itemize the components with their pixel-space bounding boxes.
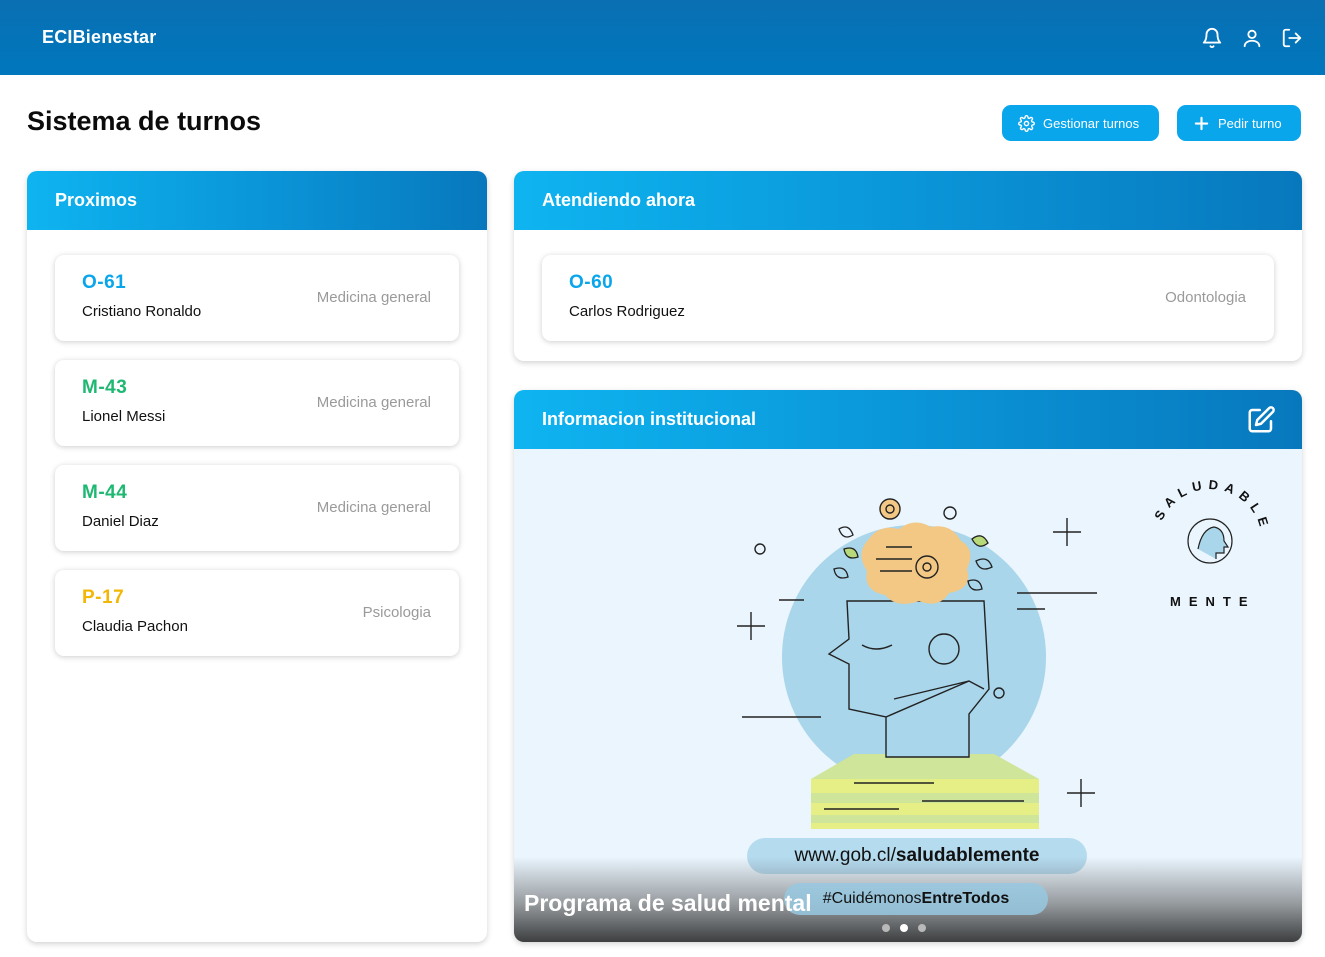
now-serving-header: Atendiendo ahora bbox=[514, 171, 1302, 230]
turn-code: O-61 bbox=[82, 272, 127, 293]
app-brand[interactable]: ECIBienestar bbox=[42, 27, 156, 48]
logout-icon[interactable] bbox=[1281, 27, 1303, 49]
logo-top-text: SALUDABLE bbox=[1151, 477, 1267, 534]
service-name: Psicologia bbox=[362, 604, 431, 621]
header-actions bbox=[1201, 27, 1303, 49]
user-icon[interactable] bbox=[1241, 27, 1263, 49]
logo-bottom-text: MENTE bbox=[1170, 594, 1256, 609]
carousel-dot[interactable] bbox=[918, 924, 926, 932]
svg-text:SALUDABLE: SALUDABLE bbox=[1151, 477, 1273, 534]
institutional-info-panel: Informacion institucional SALUDABLE MENT… bbox=[514, 390, 1302, 942]
carousel-indicators bbox=[882, 924, 926, 932]
turn-card[interactable]: O-61 Cristiano Ronaldo Medicina general bbox=[55, 255, 459, 341]
service-name: Medicina general bbox=[316, 289, 431, 306]
request-turn-label: Pedir turno bbox=[1218, 115, 1282, 131]
page-actions: Gestionar turnos Pedir turno bbox=[1002, 105, 1301, 141]
next-turns-title: Proximos bbox=[55, 190, 138, 210]
slide-caption: Programa de salud mental bbox=[524, 890, 812, 916]
info-carousel-slide[interactable]: SALUDABLE MENTE www.gob.cl/saludablement… bbox=[514, 449, 1302, 942]
turn-code: O-60 bbox=[569, 272, 614, 293]
page-title: Sistema de turnos bbox=[27, 106, 262, 136]
patient-name: Claudia Pachon bbox=[82, 618, 188, 635]
institutional-info-header: Informacion institucional bbox=[514, 390, 1302, 449]
turn-code: P-17 bbox=[82, 587, 125, 608]
institutional-info-title: Informacion institucional bbox=[542, 409, 757, 429]
now-serving-panel: Atendiendo ahora O-60 Carlos Rodriguez O… bbox=[514, 171, 1302, 361]
turn-code: M-43 bbox=[82, 377, 128, 398]
carousel-dot[interactable] bbox=[882, 924, 890, 932]
service-name: Odontologia bbox=[1165, 289, 1246, 306]
manage-turns-button[interactable]: Gestionar turnos bbox=[1002, 105, 1159, 141]
manage-turns-label: Gestionar turnos bbox=[1043, 115, 1140, 131]
next-turns-header: Proximos bbox=[27, 171, 487, 230]
current-turn-card[interactable]: O-60 Carlos Rodriguez Odontologia bbox=[542, 255, 1274, 341]
service-name: Medicina general bbox=[316, 499, 431, 516]
next-turns-panel: Proximos O-61 Cristiano Ronaldo Medicina… bbox=[27, 171, 487, 942]
hashtag-prefix: #Cuidémonos bbox=[822, 890, 922, 907]
hashtag-pill: #Cuidémonos EntreTodos bbox=[784, 883, 1048, 915]
patient-name: Carlos Rodriguez bbox=[569, 303, 685, 320]
gear-icon bbox=[1018, 114, 1035, 132]
patient-name: Cristiano Ronaldo bbox=[82, 303, 202, 320]
bell-icon[interactable] bbox=[1201, 27, 1223, 49]
hashtag-bold: EntreTodos bbox=[921, 890, 1010, 907]
request-turn-button[interactable]: Pedir turno bbox=[1177, 105, 1301, 141]
carousel-dot-active[interactable] bbox=[900, 924, 908, 932]
patient-name: Lionel Messi bbox=[82, 408, 166, 425]
turn-card[interactable]: P-17 Claudia Pachon Psicologia bbox=[55, 570, 459, 656]
now-serving-title: Atendiendo ahora bbox=[542, 190, 696, 210]
patient-name: Daniel Diaz bbox=[82, 513, 159, 530]
turn-card[interactable]: M-44 Daniel Diaz Medicina general bbox=[55, 465, 459, 551]
top-navbar: ECIBienestar bbox=[0, 0, 1325, 75]
service-name: Medicina general bbox=[316, 394, 431, 411]
turn-card[interactable]: M-43 Lionel Messi Medicina general bbox=[55, 360, 459, 446]
edit-icon[interactable] bbox=[1246, 405, 1276, 435]
plus-icon bbox=[1194, 116, 1209, 130]
turn-code: M-44 bbox=[82, 482, 128, 503]
